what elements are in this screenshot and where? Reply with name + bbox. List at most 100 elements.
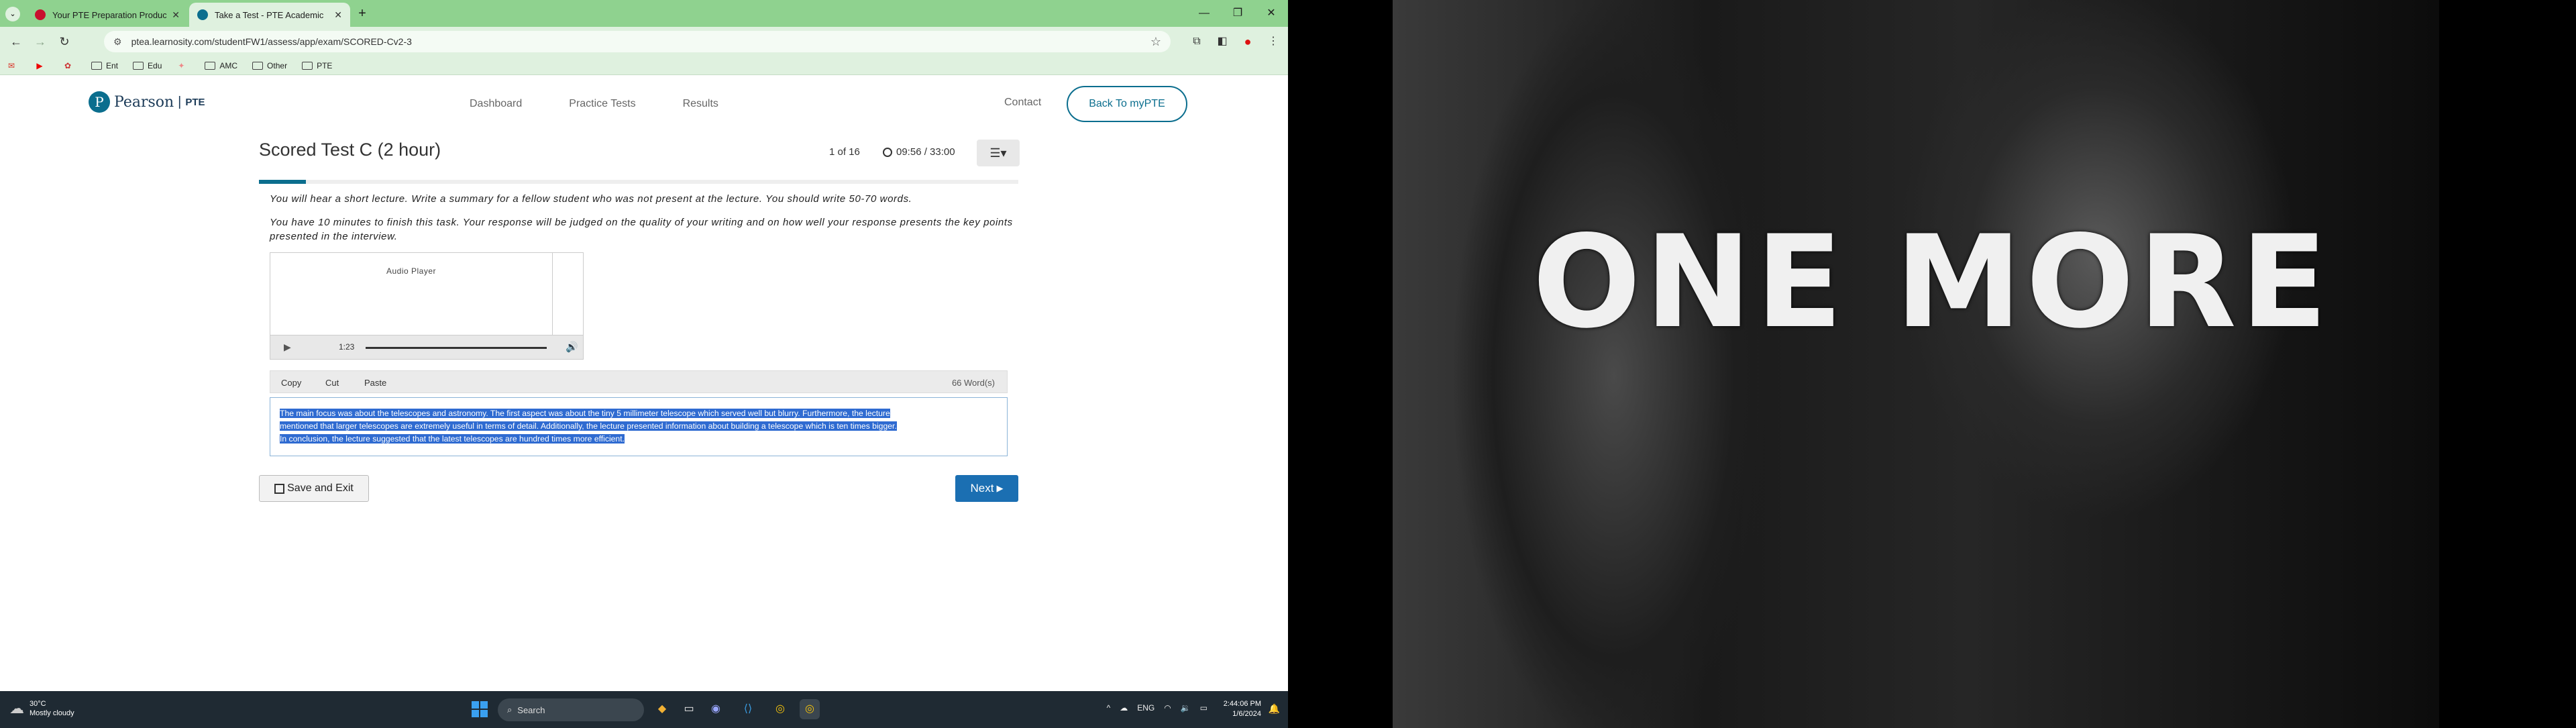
site-info-icon[interactable]: ⚙ — [113, 36, 122, 48]
folder-icon — [252, 61, 264, 70]
tab-title: Your PTE Preparation Product — [52, 9, 167, 20]
audio-seek-bar[interactable] — [366, 347, 547, 349]
file-explorer-icon[interactable]: ▭ — [679, 699, 699, 719]
bookmarks-bar: ✉ ▶ ✿ Ent Edu ✦ AMC Other PTE — [0, 56, 1288, 75]
bookmark-folder-amc[interactable]: AMC — [205, 61, 237, 70]
wifi-icon[interactable]: ◠ — [1164, 703, 1171, 713]
next-button[interactable]: Next ▶ — [955, 475, 1018, 502]
bookmark-label: Ent — [106, 60, 119, 70]
desktop-wallpaper: ONE MORE — [1288, 0, 2576, 728]
extensions-icon[interactable]: ⧉ — [1187, 32, 1206, 51]
pearson-logo-icon: P — [89, 91, 110, 113]
close-window-icon[interactable]: ✕ — [1254, 0, 1288, 27]
logo-separator: | — [178, 94, 182, 109]
instruction-2: You have 10 minutes to finish this task.… — [270, 217, 1013, 242]
bookmark-folder-pte[interactable]: PTE — [302, 61, 332, 70]
close-tab-icon[interactable]: ✕ — [334, 9, 342, 21]
tab-search-icon[interactable]: ⌄ — [5, 7, 20, 21]
response-line-2: mentioned that larger telescopes are ext… — [280, 421, 897, 431]
pearson-favicon-icon — [35, 9, 46, 20]
search-icon: ⌕ — [507, 705, 513, 715]
clock-time: 2:44:06 PM — [1223, 700, 1261, 708]
youtube-icon: ▶ — [36, 60, 43, 70]
contact-link[interactable]: Contact — [1004, 97, 1041, 109]
review-menu-button[interactable]: ☰▾ — [977, 140, 1020, 166]
discord-icon[interactable]: ◉ — [706, 699, 726, 719]
close-tab-icon[interactable]: ✕ — [172, 9, 180, 21]
nav-results[interactable]: Results — [683, 98, 718, 110]
play-icon[interactable]: ▶ — [284, 342, 291, 353]
vscode-icon[interactable]: ⟨⟩ — [738, 699, 758, 719]
volume-icon[interactable]: 🔊 — [566, 341, 578, 353]
new-tab-button[interactable]: + — [354, 6, 370, 22]
reload-icon[interactable]: ↻ — [55, 32, 74, 51]
start-button[interactable] — [470, 699, 490, 719]
notification-bell-icon[interactable]: 🔔 — [1269, 703, 1280, 715]
maximize-icon[interactable]: ❐ — [1221, 0, 1254, 27]
question-counter: 1 of 16 — [829, 146, 860, 158]
audio-player-title: Audio Player — [386, 266, 437, 276]
forward-arrow-icon[interactable]: → — [31, 32, 50, 51]
timer-text: 09:56 / 33:00 — [896, 146, 955, 158]
language-indicator[interactable]: ENG — [1137, 703, 1155, 713]
bookmark-gmail[interactable]: ✉ — [7, 61, 20, 70]
cut-button[interactable]: Cut — [325, 378, 339, 388]
cloud-icon: ☁ — [9, 700, 24, 717]
temperature: 30°C — [30, 700, 46, 708]
web-page: P Pearson | PTE Dashboard Practice Tests… — [0, 75, 1288, 691]
audio-time: 1:23 — [339, 342, 355, 352]
bookmark-star-icon[interactable]: ☆ — [1150, 35, 1161, 49]
main-nav: Dashboard Practice Tests Results — [470, 98, 718, 110]
desktop: ⌄ Your PTE Preparation Product ✕ Take a … — [0, 0, 2576, 728]
bookmark-site[interactable]: ✦ — [176, 61, 190, 70]
bookmark-label: Edu — [148, 60, 162, 70]
side-panel-icon[interactable]: ◧ — [1213, 32, 1232, 51]
bookmark-youtube[interactable]: ▶ — [35, 61, 48, 70]
folder-icon — [133, 61, 144, 70]
test-area: Scored Test C (2 hour) 1 of 16 09:56 / 3… — [259, 140, 1020, 502]
taskbar-clock[interactable]: 2:44:06 PM 1/6/2024 — [1224, 699, 1261, 719]
site-header: P Pearson | PTE Dashboard Practice Tests… — [0, 75, 1288, 129]
taskbar-search[interactable]: ⌕ Search — [498, 698, 644, 721]
more-menu-icon[interactable]: ⋮ — [1264, 32, 1283, 51]
save-and-exit-button[interactable]: Save and Exit — [259, 475, 369, 502]
chrome-profile-icon[interactable]: ◎ — [800, 699, 820, 719]
cloud-tray-icon[interactable]: ☁ — [1120, 703, 1128, 713]
nav-practice-tests[interactable]: Practice Tests — [569, 98, 635, 110]
bookmark-app[interactable]: ✿ — [63, 61, 76, 70]
back-to-mypte-button[interactable]: Back To myPTE — [1067, 86, 1187, 122]
weather-status: Mostly cloudy — [30, 709, 74, 717]
address-bar[interactable]: ⚙ ptea.learnosity.com/studentFW1/assess/… — [104, 31, 1171, 52]
progress-bar — [259, 180, 1018, 184]
folder-icon — [91, 61, 102, 70]
next-arrow-icon: ▶ — [996, 483, 1004, 493]
word-count: 66 Word(s) — [951, 378, 995, 388]
back-arrow-icon[interactable]: ← — [7, 32, 25, 51]
bookmark-folder-ent[interactable]: Ent — [91, 61, 118, 70]
chevron-up-icon[interactable]: ^ — [1107, 703, 1111, 713]
editor-toolbar: Copy Cut Paste 66 Word(s) — [270, 370, 1008, 393]
pearson-pte-logo[interactable]: P Pearson | PTE — [89, 91, 205, 113]
response-textarea[interactable]: The main focus was about the telescopes … — [270, 397, 1008, 456]
response-line-1: The main focus was about the telescopes … — [280, 409, 890, 418]
copy-button[interactable]: Copy — [281, 378, 301, 388]
clock-icon — [883, 147, 892, 157]
bookmark-folder-edu[interactable]: Edu — [133, 61, 162, 70]
weather-widget[interactable]: ☁ 30°C Mostly cloudy — [9, 699, 74, 718]
chrome-icon[interactable]: ◎ — [770, 699, 790, 719]
folder-icon — [205, 61, 216, 70]
paste-button[interactable]: Paste — [364, 378, 386, 388]
tab-take-a-test[interactable]: Take a Test - PTE Academic ✕ — [189, 3, 350, 27]
minimize-icon[interactable]: — — [1187, 0, 1221, 27]
tab-pte-preparation[interactable]: Your PTE Preparation Product ✕ — [27, 3, 188, 27]
gym-barbell-image — [1393, 0, 2439, 728]
battery-icon[interactable]: ▭ — [1200, 703, 1208, 713]
next-label: Next — [970, 482, 994, 495]
audio-player: Audio Player ▶ 1:23 🔊 — [270, 252, 584, 360]
bookmark-folder-other[interactable]: Other — [252, 61, 287, 70]
speaker-icon[interactable]: 🔉 — [1181, 703, 1191, 713]
record-icon[interactable]: ● — [1238, 32, 1257, 51]
nav-dashboard[interactable]: Dashboard — [470, 98, 522, 110]
widgets-app-icon[interactable]: ◆ — [652, 699, 672, 719]
save-icon — [274, 483, 285, 494]
